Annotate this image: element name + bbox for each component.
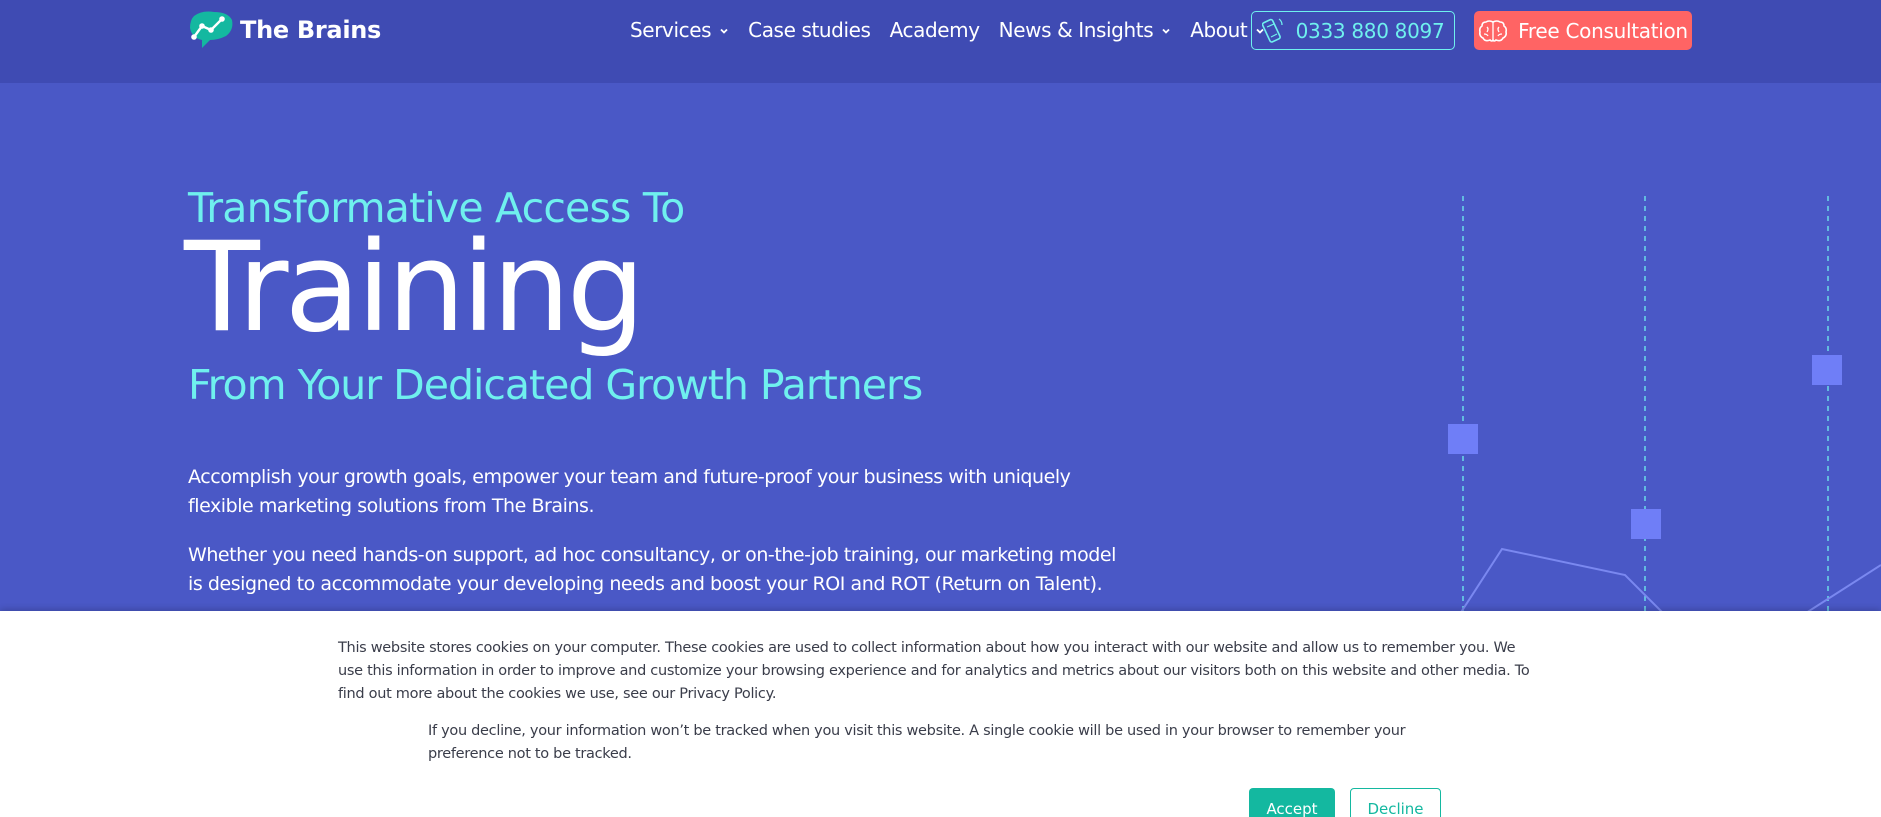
nav-news-insights[interactable]: News & Insights	[999, 18, 1172, 42]
logo-text: The Brains	[240, 16, 382, 44]
phone-icon	[1261, 17, 1284, 45]
nav-services[interactable]: Services	[630, 18, 729, 42]
cookie-text: This website stores cookies on your comp…	[338, 637, 1538, 706]
chevron-down-icon	[1162, 28, 1170, 34]
site-header: The Brains Services Case studies Academy…	[0, 0, 1881, 83]
privacy-policy-link[interactable]: Privacy Policy	[679, 686, 772, 702]
cookie-text-body: This website stores cookies on your comp…	[338, 640, 1530, 702]
nav-academy-label: Academy	[889, 18, 981, 42]
cookie-decline-note: If you decline, your information won’t b…	[428, 723, 1406, 762]
nav-case-studies[interactable]: Case studies	[748, 18, 871, 42]
hero-paragraph-2: Whether you need hands-on support, ad ho…	[188, 544, 1116, 595]
nav-services-label: Services	[630, 18, 712, 42]
hero-paragraph-1: Accomplish your growth goals, empower yo…	[188, 466, 1071, 517]
nav-case-studies-label: Case studies	[748, 18, 871, 42]
brain-chart-logo-icon	[190, 11, 233, 48]
phone-button[interactable]: 0333 880 8097	[1251, 11, 1455, 50]
free-consultation-button[interactable]: Free Consultation	[1474, 11, 1692, 50]
chevron-down-icon	[720, 28, 728, 34]
hero-title: Training	[184, 216, 645, 360]
nav-academy[interactable]: Academy	[889, 18, 981, 42]
phone-number: 0333 880 8097	[1295, 18, 1445, 43]
nav-news-insights-label: News & Insights	[998, 18, 1154, 42]
logo[interactable]: The Brains	[188, 10, 381, 50]
hero-subtitle: From Your Dedicated Growth Partners	[188, 361, 923, 409]
decorative-graph	[1448, 196, 1881, 615]
free-consultation-label: Free Consultation	[1518, 18, 1688, 43]
brain-icon	[1478, 19, 1508, 43]
accept-button[interactable]: Accept	[1249, 788, 1335, 817]
nav-about-label: About	[1190, 18, 1248, 42]
cookie-banner: This website stores cookies on your comp…	[0, 611, 1881, 817]
main-nav: Services Case studies Academy News & Ins…	[630, 18, 1284, 42]
cookie-text-end: .	[771, 686, 777, 702]
decline-button[interactable]: Decline	[1350, 788, 1441, 817]
